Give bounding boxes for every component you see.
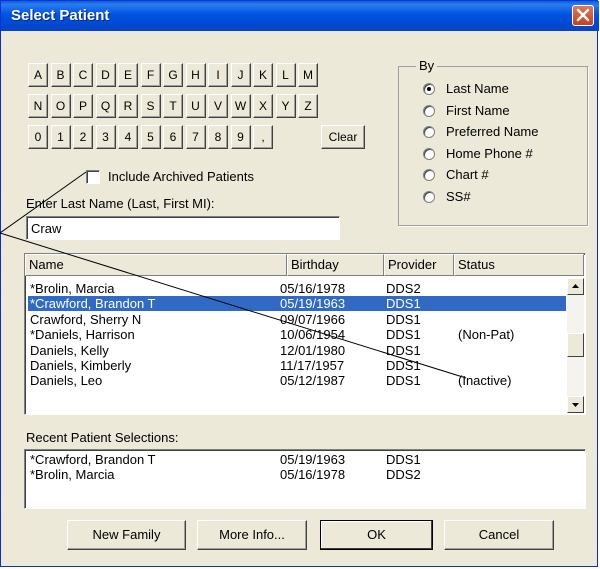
annotation-lines [0, 171, 467, 379]
